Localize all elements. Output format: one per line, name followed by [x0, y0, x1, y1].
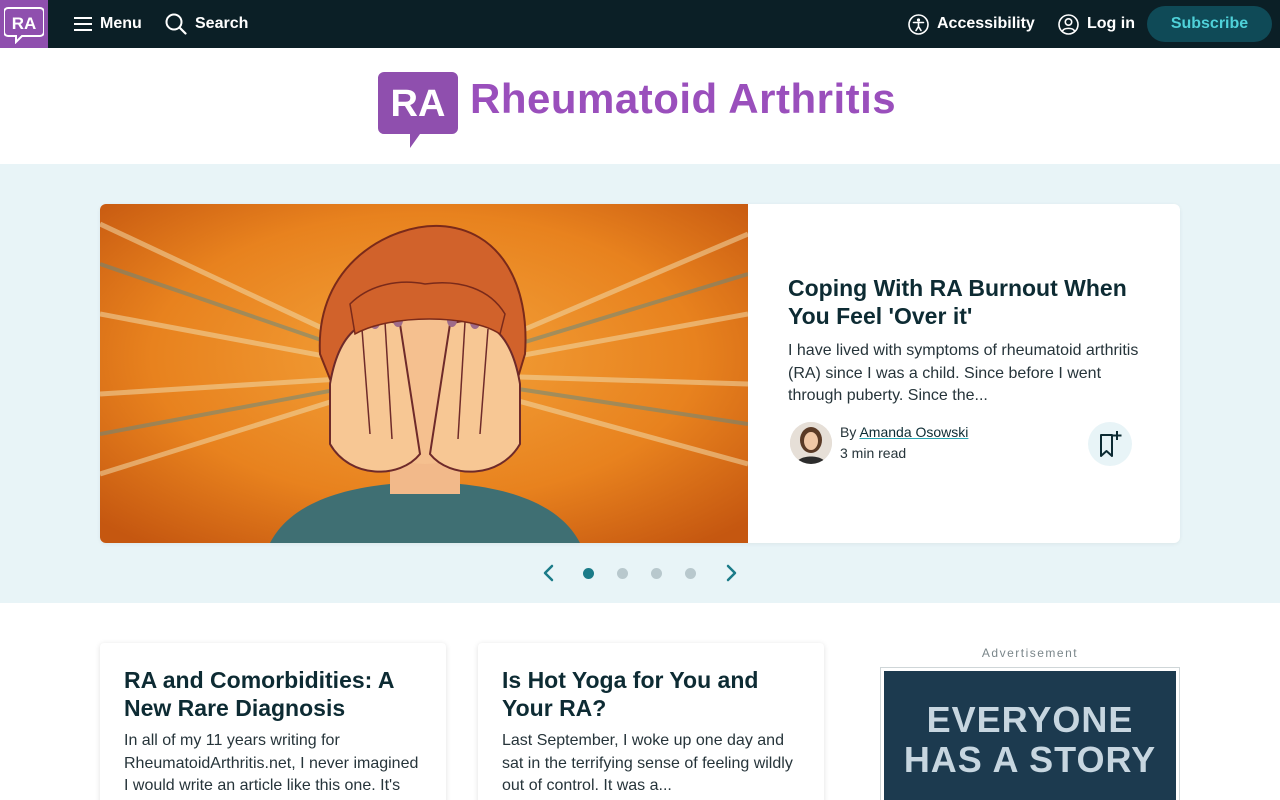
- search-icon: [165, 13, 187, 35]
- article-card[interactable]: RA and Comorbidities: A New Rare Diagnos…: [100, 643, 446, 800]
- author-link[interactable]: Amanda Osowski: [859, 424, 968, 440]
- site-logo-text: RA: [12, 14, 37, 33]
- ad-headline-line-1: EVERYONE: [926, 699, 1134, 740]
- bookmark-add-icon: [1100, 431, 1122, 457]
- article-title[interactable]: RA and Comorbidities: A New Rare Diagnos…: [124, 666, 424, 722]
- featured-article-card[interactable]: Coping With RA Burnout When You Feel 'Ov…: [100, 204, 1180, 543]
- read-time: 3 min read: [840, 445, 907, 461]
- advertisement-banner[interactable]: EVERYONE HAS A STORY: [880, 667, 1180, 800]
- featured-article-illustration[interactable]: [100, 204, 748, 543]
- byline: By Amanda Osowski: [840, 424, 968, 440]
- hamburger-icon: [74, 17, 92, 31]
- author-avatar[interactable]: [790, 422, 832, 464]
- search-button[interactable]: Search: [165, 0, 248, 48]
- chevron-left-icon[interactable]: [540, 564, 558, 582]
- article-excerpt: In all of my 11 years writing for Rheuma…: [124, 732, 419, 794]
- carousel-dot[interactable]: [651, 568, 662, 579]
- brand-logo-text: RA: [391, 83, 446, 125]
- user-icon: [1058, 13, 1079, 35]
- bookmark-button[interactable]: [1088, 422, 1132, 466]
- brand-header: RA Rheumatoid Arthritis: [0, 48, 1280, 164]
- accessibility-button[interactable]: Accessibility: [908, 0, 1035, 48]
- menu-label: Menu: [100, 15, 142, 32]
- brand-logo-icon[interactable]: RA: [378, 72, 458, 153]
- featured-article-excerpt: I have lived with symptoms of rheumatoid…: [788, 342, 1139, 404]
- author-row: By Amanda Osowski 3 min read: [788, 422, 1133, 466]
- search-label: Search: [195, 15, 249, 32]
- ad-headline-line-2: HAS A STORY: [903, 739, 1157, 780]
- login-button[interactable]: Log in: [1058, 0, 1135, 48]
- chevron-right-icon[interactable]: [722, 564, 740, 582]
- featured-carousel: Coping With RA Burnout When You Feel 'Ov…: [0, 164, 1280, 603]
- carousel-dot[interactable]: [617, 568, 628, 579]
- carousel-dot[interactable]: [583, 568, 594, 579]
- top-navigation-bar: RA Menu Search Accessibility Log in Subs…: [0, 0, 1280, 48]
- carousel-navigation: [540, 564, 740, 582]
- site-logo-icon[interactable]: RA: [0, 0, 48, 48]
- featured-article-title[interactable]: Coping With RA Burnout When You Feel 'Ov…: [788, 274, 1148, 330]
- article-title[interactable]: Is Hot Yoga for You and Your RA?: [502, 666, 802, 722]
- advertisement-label: Advertisement: [981, 646, 1079, 660]
- featured-article-text: Coping With RA Burnout When You Feel 'Ov…: [788, 274, 1148, 408]
- login-label: Log in: [1087, 15, 1135, 32]
- accessibility-icon: [908, 13, 929, 35]
- carousel-dot[interactable]: [685, 568, 696, 579]
- article-card[interactable]: Is Hot Yoga for You and Your RA? Last Se…: [478, 643, 824, 800]
- article-excerpt: Last September, I woke up one day and sa…: [502, 732, 793, 794]
- brand-name[interactable]: Rheumatoid Arthritis: [470, 75, 896, 123]
- menu-button[interactable]: Menu: [74, 0, 142, 48]
- accessibility-label: Accessibility: [937, 15, 1035, 32]
- subscribe-button[interactable]: Subscribe: [1147, 6, 1272, 42]
- byline-prefix: By: [840, 424, 857, 440]
- advertisement-image[interactable]: EVERYONE HAS A STORY: [884, 671, 1176, 800]
